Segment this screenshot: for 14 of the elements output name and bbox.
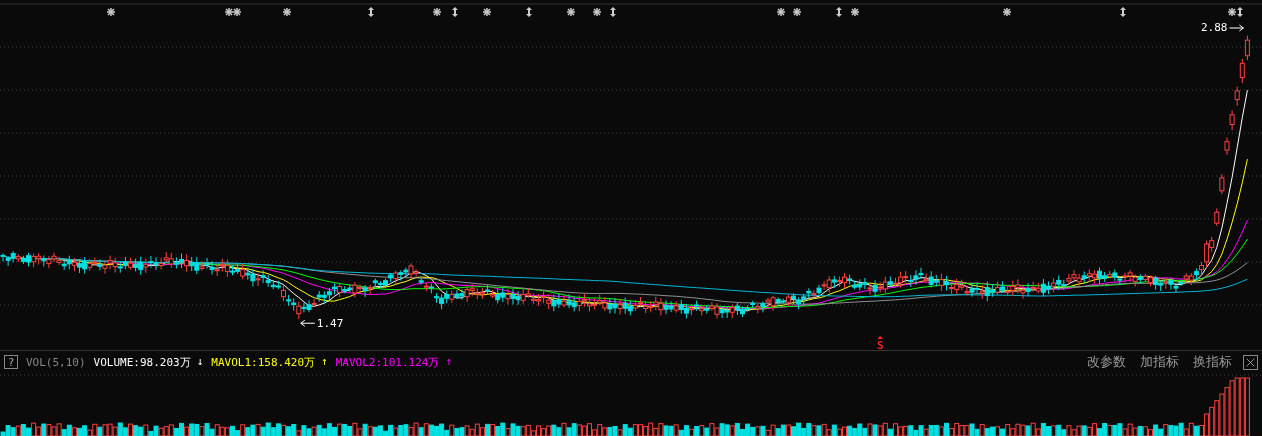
trend-arrow: ↑ — [321, 354, 328, 370]
toolbar-button[interactable]: 改参数 — [1084, 353, 1129, 371]
signal-marker: S — [876, 339, 884, 350]
toolbar-button[interactable]: 加指标 — [1137, 353, 1182, 371]
indicator-name: VOL(5,10) — [26, 355, 86, 369]
price-label: 1.47 — [316, 317, 344, 331]
trend-arrow: ↓ — [196, 354, 204, 370]
help-button[interactable]: ? — [4, 355, 18, 369]
trend-arrow: ↑ — [445, 354, 452, 370]
legend-value: MAVOL2:101.124万 — [335, 354, 440, 370]
legend-value: VOLUME:98.203万 — [93, 354, 191, 370]
price-label: 2.88 — [1200, 21, 1228, 34]
toolbar-button[interactable]: 换指标 — [1190, 353, 1235, 371]
legend-value: MAVOL1:158.420万 — [211, 354, 316, 370]
